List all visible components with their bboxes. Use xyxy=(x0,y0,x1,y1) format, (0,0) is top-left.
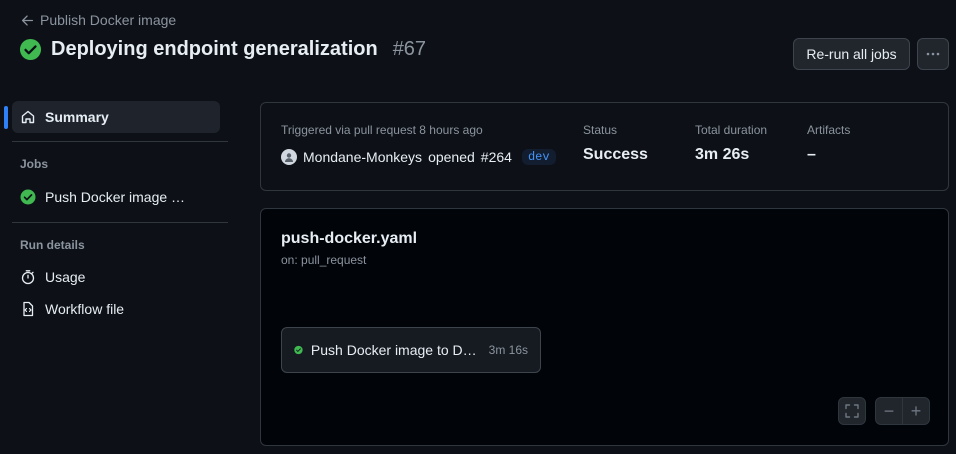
success-check-icon xyxy=(294,345,303,355)
triggered-text: Triggered via pull request 8 hours ago xyxy=(281,123,483,137)
avatar[interactable] xyxy=(281,149,297,165)
zoom-in-button[interactable]: + xyxy=(903,398,929,424)
run-details-heading: Run details xyxy=(20,238,85,252)
arrow-left-icon xyxy=(21,14,34,26)
run-number: #67 xyxy=(392,38,427,60)
sidebar-item-job[interactable]: Push Docker image … xyxy=(12,181,220,213)
kebab-horizontal-icon xyxy=(926,52,940,56)
success-check-icon xyxy=(19,38,42,61)
home-icon xyxy=(21,110,35,124)
job-node-duration: 3m 16s xyxy=(488,343,528,357)
trigger-info: Mondane-Monkeys opened #264 dev xyxy=(281,149,556,165)
run-summary-card: Triggered via pull request 8 hours ago M… xyxy=(260,102,949,191)
zoom-controls: − + xyxy=(875,397,930,425)
jobs-heading: Jobs xyxy=(20,157,49,171)
duration-value: 3m 26s xyxy=(695,146,750,163)
screen-full-icon xyxy=(845,404,859,418)
sidebar-item-label: Usage xyxy=(45,269,86,285)
sidebar-item-label: Push Docker image … xyxy=(45,189,186,205)
workflow-trigger: on: pull_request xyxy=(281,253,367,267)
rerun-all-jobs-button[interactable]: Re-run all jobs xyxy=(793,38,910,70)
workflow-graph-card: push-docker.yaml on: pull_request Push D… xyxy=(260,208,949,446)
fullscreen-button[interactable] xyxy=(838,397,866,425)
sidebar-item-summary[interactable]: Summary xyxy=(12,101,220,133)
sidebar-item-workflow-file[interactable]: Workflow file xyxy=(12,293,220,325)
artifacts-label: Artifacts xyxy=(807,123,851,137)
run-title: Deploying endpoint generalization xyxy=(51,38,378,60)
sidebar-divider xyxy=(12,222,228,223)
pull-request-link[interactable]: #264 xyxy=(481,149,512,165)
file-code-icon xyxy=(23,301,34,317)
active-indicator xyxy=(4,106,8,129)
job-node-name: Push Docker image to D… xyxy=(310,342,477,358)
page-title: Deploying endpoint generalization #67 xyxy=(19,38,426,61)
stopwatch-icon xyxy=(21,270,35,285)
sidebar-item-usage[interactable]: Usage xyxy=(12,261,220,293)
branch-badge[interactable]: dev xyxy=(521,149,556,165)
back-link[interactable]: Publish Docker image xyxy=(21,12,176,28)
sidebar-divider xyxy=(12,141,228,142)
success-check-icon xyxy=(20,189,36,205)
status-value: Success xyxy=(583,146,648,163)
duration-label: Total duration xyxy=(695,123,768,137)
trigger-action: opened xyxy=(428,149,475,165)
sidebar-item-label: Workflow file xyxy=(45,301,125,317)
workflow-file-name: push-docker.yaml xyxy=(281,230,418,247)
zoom-out-button[interactable]: − xyxy=(876,398,903,424)
more-options-button[interactable] xyxy=(917,38,949,70)
artifacts-value: – xyxy=(807,146,816,163)
job-node[interactable]: Push Docker image to D… 3m 16s xyxy=(281,327,541,373)
actor-name[interactable]: Mondane-Monkeys xyxy=(303,149,422,165)
user-avatar-icon xyxy=(285,153,293,162)
back-link-label: Publish Docker image xyxy=(40,12,177,28)
status-label: Status xyxy=(583,123,618,137)
sidebar-item-label: Summary xyxy=(45,109,109,125)
